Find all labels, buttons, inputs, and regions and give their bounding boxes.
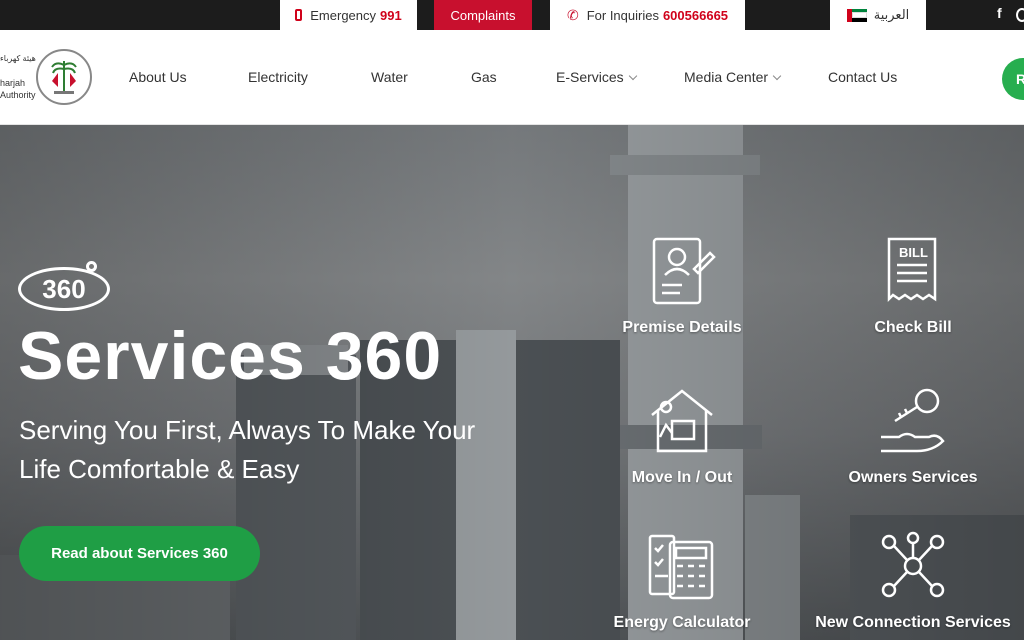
emergency-number: 991 <box>380 7 402 23</box>
service-premise-details[interactable]: Premise Details <box>577 235 787 337</box>
top-bar: Emergency 991 Complaints ✆ For Inquiries… <box>0 0 1024 30</box>
inquiries-number: 600566665 <box>662 7 729 23</box>
complaints-label: Complaints <box>450 7 516 23</box>
emblem-icon <box>36 49 92 105</box>
chevron-down-icon <box>628 71 637 81</box>
nav-e-services[interactable]: E-Services <box>556 69 637 85</box>
emergency-link[interactable]: Emergency 991 <box>280 0 417 30</box>
complaints-button[interactable]: Complaints <box>434 0 532 30</box>
service-owners-services[interactable]: Owners Services <box>808 385 1018 487</box>
language-label: العربية <box>873 7 910 22</box>
inquiries-label: For Inquiries <box>586 7 659 23</box>
phone-icon: ✆ <box>566 6 579 23</box>
nav-electricity[interactable]: Electricity <box>248 69 308 85</box>
service-energy-calculator[interactable]: Energy Calculator <box>577 530 787 632</box>
service-check-bill[interactable]: BILL Check Bill <box>808 235 1018 337</box>
move-in-out-icon <box>646 385 718 457</box>
nav-cta-button[interactable]: R <box>1002 58 1024 100</box>
nav-about-us[interactable]: About Us <box>129 69 187 85</box>
nav-media-center[interactable]: Media Center <box>684 69 782 85</box>
network-icon <box>877 530 949 602</box>
nav-water[interactable]: Water <box>371 69 408 85</box>
bill-icon: BILL <box>877 235 949 307</box>
svg-text:BILL: BILL <box>899 245 928 260</box>
premise-details-icon <box>646 235 718 307</box>
nav-contact-us[interactable]: Contact Us <box>828 69 897 85</box>
main-navbar: هيئة كهرباء harjah Authority About Us El… <box>0 30 1024 125</box>
uae-flag-icon <box>846 8 867 22</box>
service-new-connection[interactable]: New Connection Services <box>808 530 1018 632</box>
owner-key-icon <box>877 385 949 457</box>
emergency-label: Emergency <box>310 7 377 23</box>
language-switch[interactable]: العربية <box>830 0 926 30</box>
facebook-icon[interactable]: f <box>997 5 1002 21</box>
service-move-in-out[interactable]: Move In / Out <box>577 385 787 487</box>
site-logo[interactable]: هيئة كهرباء harjah Authority <box>0 47 94 107</box>
logo-text: هيئة كهرباء harjah Authority <box>0 54 36 100</box>
calculator-icon <box>646 530 718 602</box>
badge-360-icon: 360 <box>18 261 110 311</box>
chevron-down-icon <box>772 71 782 81</box>
hero-subtitle: Serving You First, Always To Make Your L… <box>19 415 476 484</box>
inquiries-link[interactable]: ✆ For Inquiries 600566665 <box>550 0 745 30</box>
hero-banner: 360 Services 360 Serving You First, Alwa… <box>0 125 1024 640</box>
nav-gas[interactable]: Gas <box>471 69 497 85</box>
mobile-phone-icon <box>295 9 303 21</box>
hero-title: Services 360 <box>18 318 443 394</box>
read-about-services-button[interactable]: Read about Services 360 <box>19 526 260 581</box>
social-icon[interactable] <box>1016 8 1024 22</box>
